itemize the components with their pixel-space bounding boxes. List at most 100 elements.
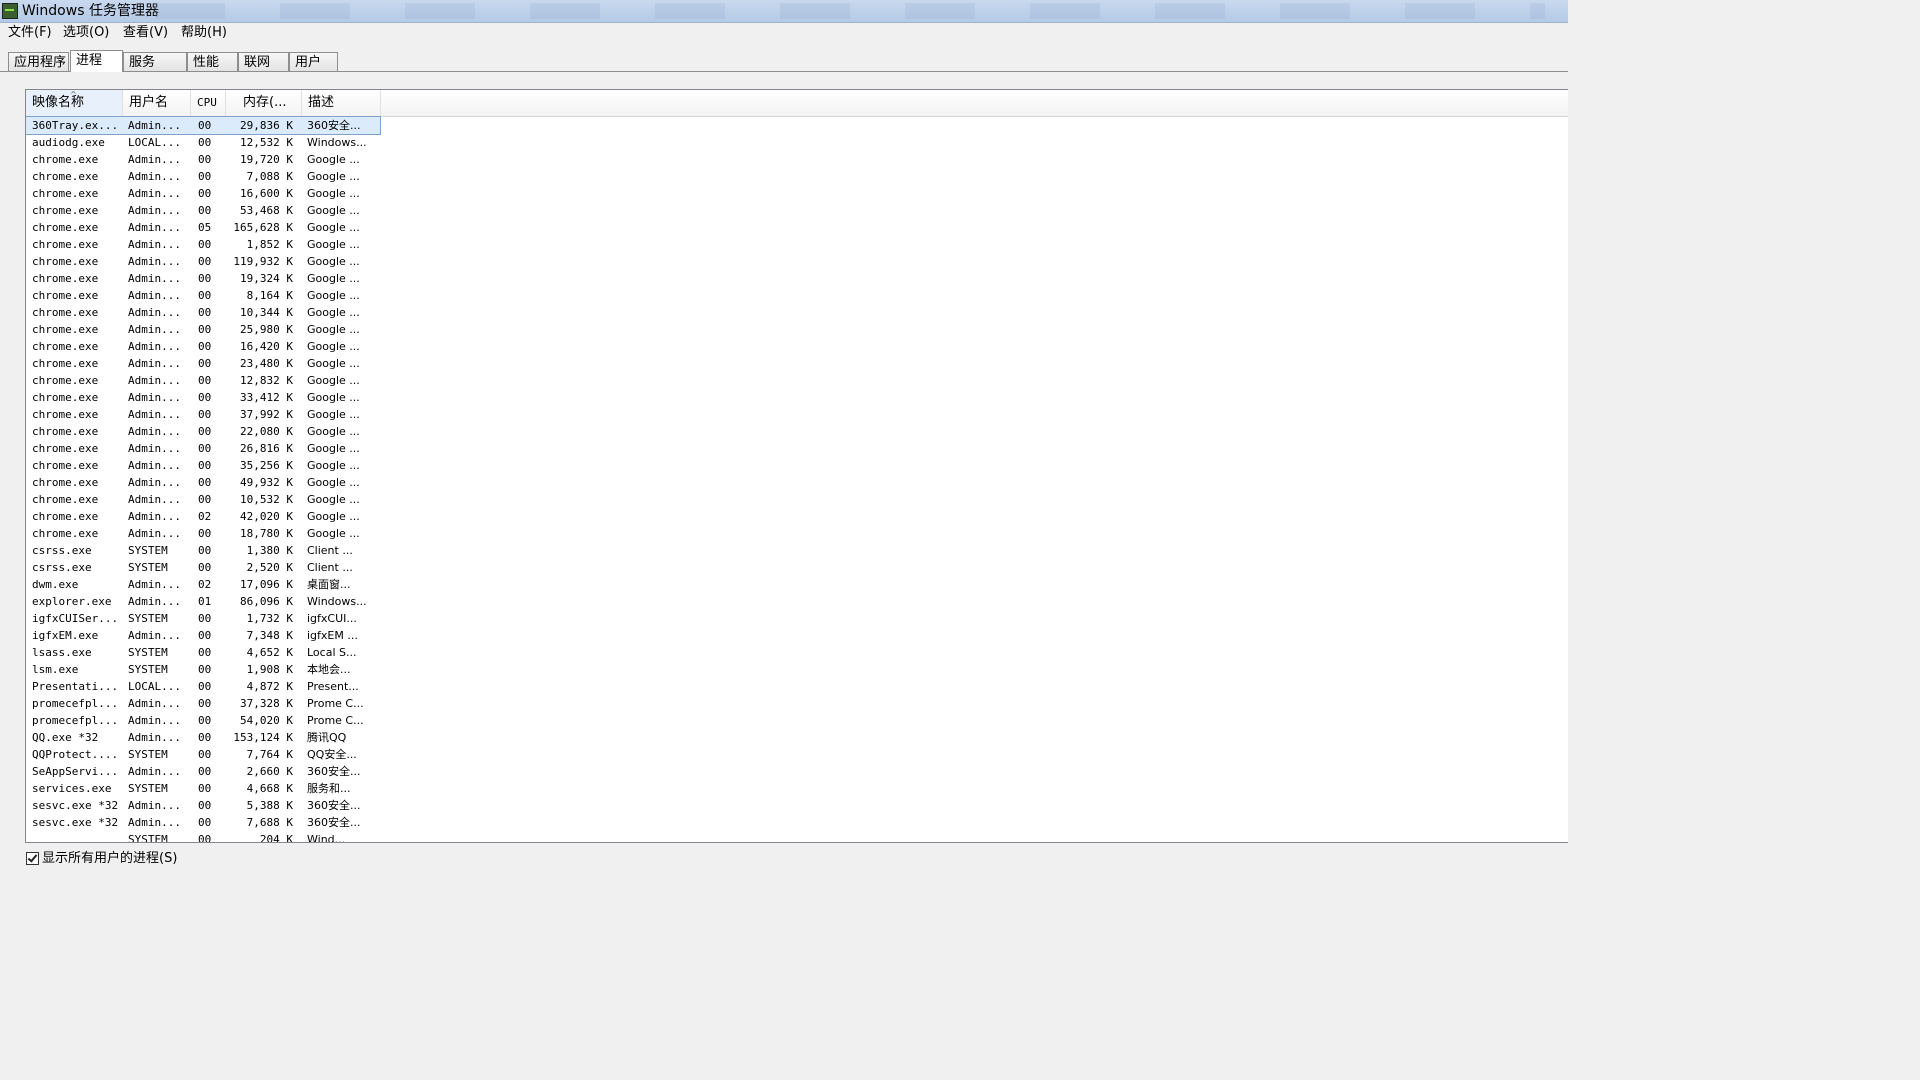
process-row[interactable]: chrome.exe Admin... 00 49,932 K Google ... xyxy=(26,474,380,491)
column-cpu[interactable]: CPU xyxy=(191,90,226,116)
process-row[interactable]: audiodg.exe LOCAL... 00 12,532 K Windows... xyxy=(26,134,380,151)
process-memory: 26,816 K xyxy=(240,442,293,455)
process-name: QQ.exe *32 xyxy=(32,731,99,744)
process-row[interactable]: QQ.exe *32 Admin... 00 153,124 K 腾讯QQ xyxy=(26,729,380,746)
process-row[interactable]: SYSTEM 00 204 K Wind... xyxy=(26,831,380,842)
tab-processes[interactable]: 进程 xyxy=(70,50,123,72)
process-row[interactable]: chrome.exe Admin... 00 10,532 K Google ... xyxy=(26,491,380,508)
process-memory: 2,660 K xyxy=(246,765,293,778)
show-all-users-checkbox[interactable] xyxy=(26,852,39,865)
process-row[interactable]: chrome.exe Admin... 00 19,720 K Google ... xyxy=(26,151,380,168)
process-user: Admin... xyxy=(128,425,181,438)
process-row[interactable]: chrome.exe Admin... 02 42,020 K Google ... xyxy=(26,508,380,525)
process-row[interactable]: chrome.exe Admin... 00 16,420 K Google ... xyxy=(26,338,380,355)
process-row[interactable]: chrome.exe Admin... 00 10,344 K Google ... xyxy=(26,304,380,321)
process-memory: 25,980 K xyxy=(240,323,293,336)
column-user-name[interactable]: 用户名 xyxy=(123,90,191,116)
process-row[interactable]: csrss.exe SYSTEM 00 2,520 K Client ... xyxy=(26,559,380,576)
process-row[interactable]: promecefpl... Admin... 00 37,328 K Prome C..… xyxy=(26,695,380,712)
menu-options[interactable]: 选项(O) xyxy=(62,25,110,41)
process-row[interactable]: chrome.exe Admin... 00 35,256 K Google ... xyxy=(26,457,380,474)
process-memory: 16,600 K xyxy=(240,187,293,200)
process-memory: 8,164 K xyxy=(246,289,293,302)
process-row[interactable]: chrome.exe Admin... 00 26,816 K Google ... xyxy=(26,440,380,457)
process-row[interactable]: sesvc.exe *32 Admin... 00 7,688 K 360安全... xyxy=(26,814,380,831)
process-cpu: 00 xyxy=(198,816,212,829)
process-description: 360安全... xyxy=(307,119,361,132)
process-row[interactable]: QQProtect.... SYSTEM 00 7,764 K QQ安全... xyxy=(26,746,380,763)
process-description: Google ... xyxy=(307,323,360,336)
process-row[interactable]: chrome.exe Admin... 00 16,600 K Google ... xyxy=(26,185,380,202)
process-row[interactable]: services.exe SYSTEM 00 4,668 K 服务和... xyxy=(26,780,380,797)
tab-services[interactable]: 服务 xyxy=(123,52,187,71)
process-row[interactable]: Presentati... LOCAL... 00 4,872 K Present... xyxy=(26,678,380,695)
process-name: chrome.exe xyxy=(32,340,99,353)
process-description: Google ... xyxy=(307,459,360,472)
process-row[interactable]: explorer.exe Admin... 01 86,096 K Windows... xyxy=(26,593,380,610)
process-row[interactable]: igfxEM.exe Admin... 00 7,348 K igfxEM ... xyxy=(26,627,380,644)
process-name: 360Tray.ex... xyxy=(32,119,119,132)
menu-file[interactable]: 文件(F) xyxy=(7,25,53,41)
process-list[interactable]: 映像名称 ^ 用户名 CPU 内存(... 描述 360Tray.ex... Ad… xyxy=(25,89,1568,843)
process-row[interactable]: lsass.exe SYSTEM 00 4,652 K Local S... xyxy=(26,644,380,661)
process-row[interactable]: chrome.exe Admin... 00 8,164 K Google ... xyxy=(26,287,380,304)
process-description: Windows... xyxy=(307,595,367,608)
process-row[interactable]: chrome.exe Admin... 00 12,832 K Google ... xyxy=(26,372,380,389)
process-row[interactable]: igfxCUISer... SYSTEM 00 1,732 K igfxCUI... xyxy=(26,610,380,627)
process-description: Prome C... xyxy=(307,697,364,710)
process-name: chrome.exe xyxy=(32,493,99,506)
process-row[interactable]: lsm.exe SYSTEM 00 1,908 K 本地会... xyxy=(26,661,380,678)
process-row[interactable]: chrome.exe Admin... 00 7,088 K Google ... xyxy=(26,168,380,185)
process-name: SeAppServi... xyxy=(32,765,119,778)
process-user: Admin... xyxy=(128,272,181,285)
process-user: Admin... xyxy=(128,697,181,710)
process-row[interactable]: chrome.exe Admin... 00 37,992 K Google ... xyxy=(26,406,380,423)
process-user: Admin... xyxy=(128,153,181,166)
process-memory: 7,764 K xyxy=(246,748,293,761)
process-description: igfxEM ... xyxy=(307,629,358,642)
column-memory[interactable]: 内存(... xyxy=(226,90,302,116)
process-row[interactable]: chrome.exe Admin... 00 23,480 K Google ... xyxy=(26,355,380,372)
process-memory: 37,992 K xyxy=(240,408,293,421)
process-description: igfxCUI... xyxy=(307,612,357,625)
process-row[interactable]: chrome.exe Admin... 00 25,980 K Google ... xyxy=(26,321,380,338)
process-cpu: 00 xyxy=(198,561,212,574)
window-title: Windows 任务管理器 xyxy=(22,3,159,19)
column-description[interactable]: 描述 xyxy=(302,90,381,116)
tab-users[interactable]: 用户 xyxy=(289,52,338,71)
process-row[interactable]: chrome.exe Admin... 00 33,412 K Google ... xyxy=(26,389,380,406)
menu-view[interactable]: 查看(V) xyxy=(122,25,169,41)
process-user: SYSTEM xyxy=(128,782,168,795)
process-cpu: 01 xyxy=(198,595,212,608)
process-cpu: 00 xyxy=(198,629,212,642)
process-row[interactable]: chrome.exe Admin... 05 165,628 K Google ... xyxy=(26,219,380,236)
process-row[interactable]: chrome.exe Admin... 00 119,932 K Google ... xyxy=(26,253,380,270)
process-row[interactable]: csrss.exe SYSTEM 00 1,380 K Client ... xyxy=(26,542,380,559)
process-row[interactable]: chrome.exe Admin... 00 1,852 K Google ... xyxy=(26,236,380,253)
tab-performance[interactable]: 性能 xyxy=(187,52,238,71)
process-row[interactable]: promecefpl... Admin... 00 54,020 K Prome C..… xyxy=(26,712,380,729)
process-user: Admin... xyxy=(128,442,181,455)
faded-taskbar-background xyxy=(155,3,1545,19)
tab-networking[interactable]: 联网 xyxy=(238,52,289,71)
process-row[interactable]: chrome.exe Admin... 00 53,468 K Google ... xyxy=(26,202,380,219)
title-bar: Windows 任务管理器 xyxy=(0,0,1568,23)
process-description: Present... xyxy=(307,680,359,693)
show-all-users-label: 显示所有用户的进程(S) xyxy=(42,851,178,866)
process-user: Admin... xyxy=(128,255,181,268)
process-name: chrome.exe xyxy=(32,272,99,285)
process-cpu: 00 xyxy=(198,799,212,812)
process-row[interactable]: chrome.exe Admin... 00 22,080 K Google ... xyxy=(26,423,380,440)
process-user: Admin... xyxy=(128,527,181,540)
process-row[interactable]: sesvc.exe *32 Admin... 00 5,388 K 360安全... xyxy=(26,797,380,814)
column-image-name[interactable]: 映像名称 ^ xyxy=(26,90,123,116)
process-memory: 4,668 K xyxy=(246,782,293,795)
process-row[interactable]: SeAppServi... Admin... 00 2,660 K 360安全... xyxy=(26,763,380,780)
process-row[interactable]: chrome.exe Admin... 00 18,780 K Google ... xyxy=(26,525,380,542)
menu-help[interactable]: 帮助(H) xyxy=(180,25,228,41)
process-row[interactable]: 360Tray.ex... Admin... 00 29,836 K 360安全... xyxy=(26,116,381,135)
process-row[interactable]: chrome.exe Admin... 00 19,324 K Google ... xyxy=(26,270,380,287)
process-row[interactable]: dwm.exe Admin... 02 17,096 K 桌面窗... xyxy=(26,576,380,593)
tab-applications[interactable]: 应用程序 xyxy=(8,52,69,71)
process-name: chrome.exe xyxy=(32,238,99,251)
